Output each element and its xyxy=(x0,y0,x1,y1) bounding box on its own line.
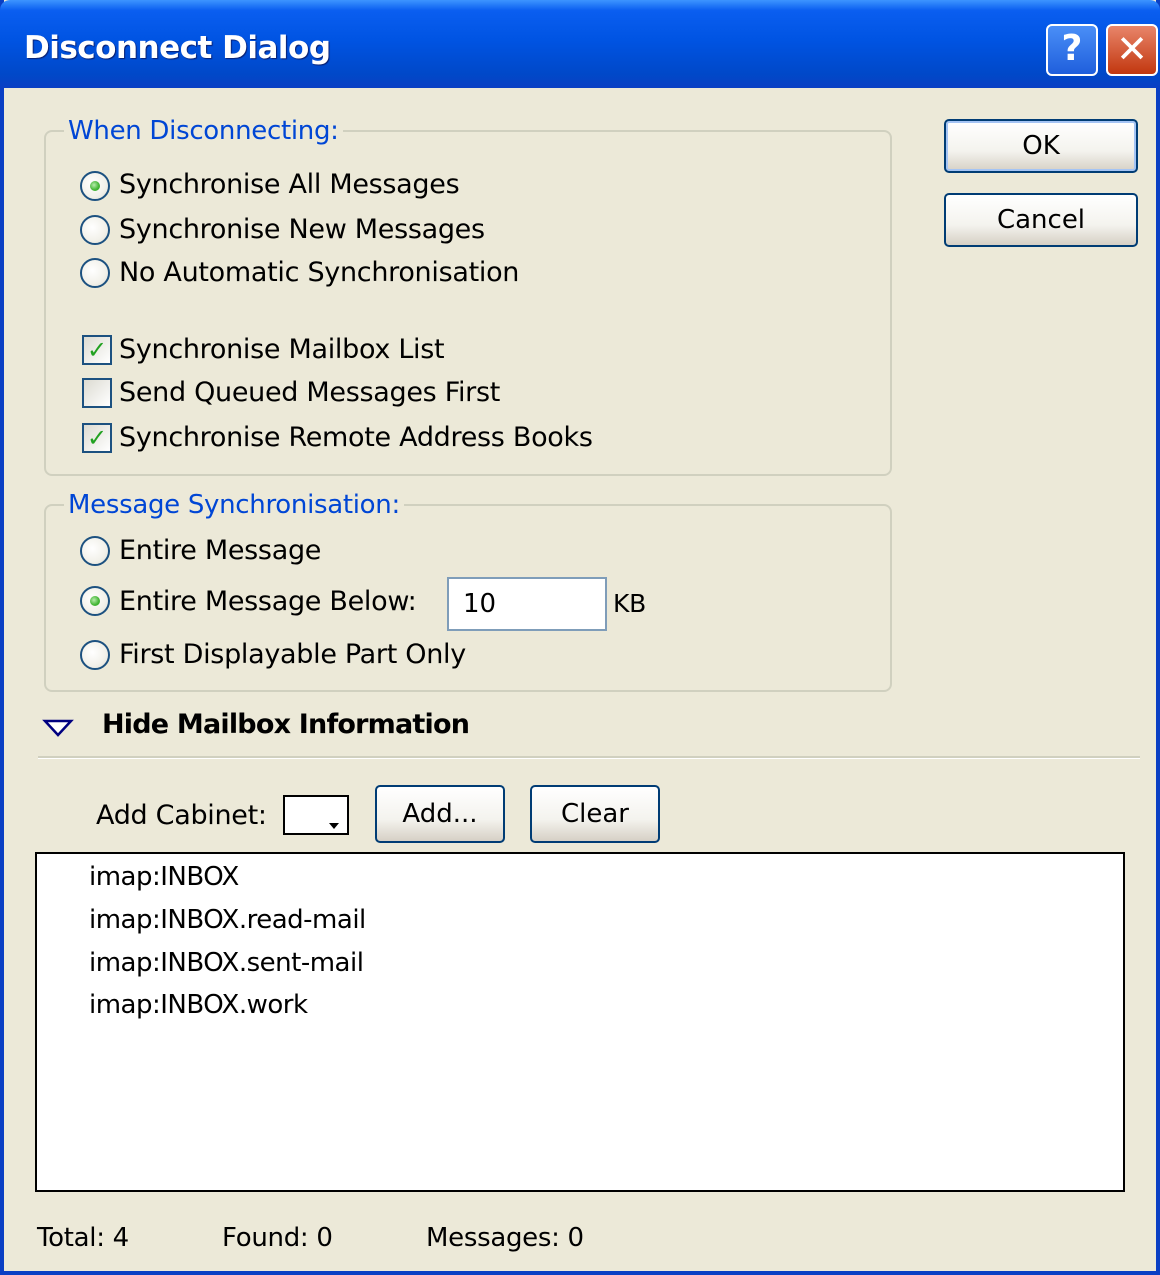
list-item[interactable]: imap:INBOX.work xyxy=(89,990,308,1020)
radio-sync-new-label[interactable]: Synchronise New Messages xyxy=(119,214,485,245)
checkbox-sync-mailbox-list-label[interactable]: Synchronise Mailbox List xyxy=(119,334,445,365)
status-messages: Messages: 0 xyxy=(426,1223,584,1253)
help-icon[interactable]: ? xyxy=(1046,24,1098,76)
radio-sync-all[interactable] xyxy=(80,171,110,201)
status-found: Found: 0 xyxy=(222,1223,333,1253)
radio-no-auto-sync[interactable] xyxy=(80,258,110,288)
list-item[interactable]: imap:INBOX xyxy=(89,862,239,892)
chevron-down-icon xyxy=(329,823,339,829)
radio-entire-message[interactable] xyxy=(80,536,110,566)
checkbox-send-queued[interactable] xyxy=(82,378,112,408)
add-cabinet-label: Add Cabinet: xyxy=(96,800,267,831)
clear-button[interactable]: Clear xyxy=(530,785,660,843)
list-item[interactable]: imap:INBOX.sent-mail xyxy=(89,948,364,978)
checkbox-sync-address-books-label[interactable]: Synchronise Remote Address Books xyxy=(119,422,593,453)
radio-entire-message-below-label[interactable]: Entire Message Below: xyxy=(119,586,417,617)
radio-first-displayable-part-label[interactable]: First Displayable Part Only xyxy=(119,639,466,670)
radio-no-auto-sync-label[interactable]: No Automatic Synchronisation xyxy=(119,257,519,288)
radio-selected-dot xyxy=(90,596,100,606)
checkbox-sync-mailbox-list[interactable]: ✓ xyxy=(82,335,112,365)
when-disconnecting-legend: When Disconnecting: xyxy=(64,116,343,146)
radio-entire-message-below[interactable] xyxy=(80,586,110,616)
radio-sync-all-label[interactable]: Synchronise All Messages xyxy=(119,169,460,200)
ok-button[interactable]: OK xyxy=(944,119,1138,173)
checkbox-send-queued-label[interactable]: Send Queued Messages First xyxy=(119,377,500,408)
window-title: Disconnect Dialog xyxy=(24,30,331,66)
title-bar[interactable]: Disconnect Dialog ? ✕ xyxy=(0,0,1160,88)
radio-first-displayable-part[interactable] xyxy=(80,640,110,670)
checkbox-sync-address-books[interactable]: ✓ xyxy=(82,423,112,453)
add-cabinet-dropdown[interactable] xyxy=(283,795,349,835)
message-sync-legend: Message Synchronisation: xyxy=(64,490,404,520)
size-limit-input[interactable]: 10 xyxy=(447,577,607,631)
size-unit-label: KB xyxy=(613,589,646,618)
cancel-button[interactable]: Cancel xyxy=(944,193,1138,247)
collapse-triangle-icon[interactable] xyxy=(42,718,74,738)
add-button[interactable]: Add... xyxy=(375,785,505,843)
section-divider xyxy=(38,756,1140,759)
disconnect-dialog-window: Disconnect Dialog ? ✕ When Disconnecting… xyxy=(0,0,1160,1275)
status-total: Total: 4 xyxy=(37,1223,129,1253)
list-item[interactable]: imap:INBOX.read-mail xyxy=(89,905,366,935)
hide-mailbox-info-toggle[interactable]: Hide Mailbox Information xyxy=(102,709,470,740)
radio-selected-dot xyxy=(90,181,100,191)
radio-entire-message-label[interactable]: Entire Message xyxy=(119,535,321,566)
radio-sync-new[interactable] xyxy=(80,215,110,245)
mailbox-list[interactable]: imap:INBOX imap:INBOX.read-mail imap:INB… xyxy=(35,852,1125,1192)
close-icon[interactable]: ✕ xyxy=(1106,24,1158,76)
